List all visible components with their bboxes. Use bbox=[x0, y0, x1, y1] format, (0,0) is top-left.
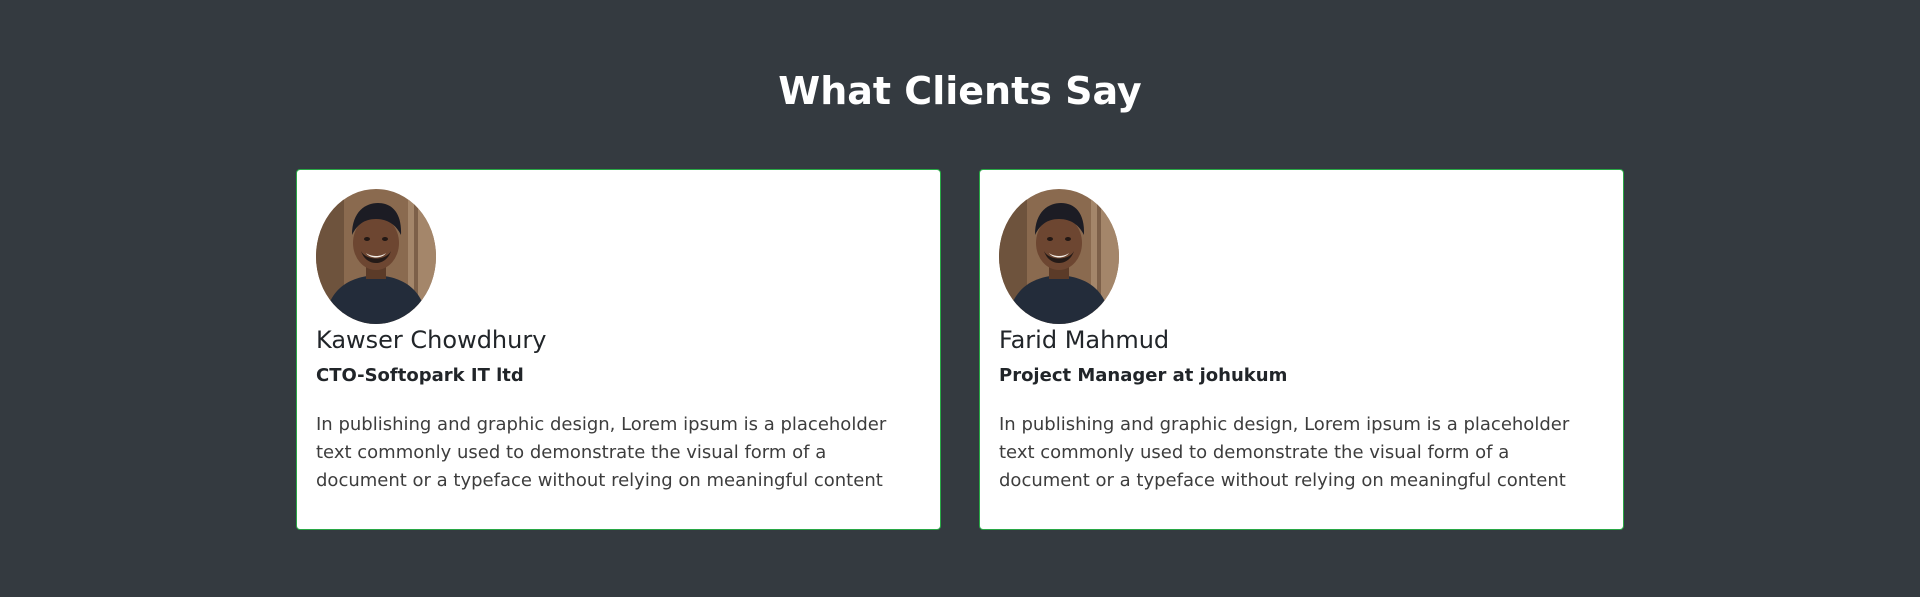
client-name: Farid Mahmud bbox=[999, 326, 1170, 354]
client-role: CTO-Softopark IT ltd bbox=[316, 365, 524, 386]
section-title: What Clients Say bbox=[778, 69, 1142, 113]
testimonial-card: Farid Mahmud Project Manager at johukum … bbox=[979, 169, 1624, 530]
client-role: Project Manager at johukum bbox=[999, 365, 1288, 386]
testimonials-section: What Clients Say Kawser Chowdhury CTO-So… bbox=[0, 0, 1920, 597]
testimonial-card: Kawser Chowdhury CTO-Softopark IT ltd In… bbox=[296, 169, 941, 530]
client-name: Kawser Chowdhury bbox=[316, 326, 547, 354]
avatar bbox=[316, 189, 436, 324]
avatar bbox=[999, 189, 1119, 324]
client-quote: In publishing and graphic design, Lorem … bbox=[316, 414, 887, 491]
client-quote: In publishing and graphic design, Lorem … bbox=[999, 414, 1570, 491]
